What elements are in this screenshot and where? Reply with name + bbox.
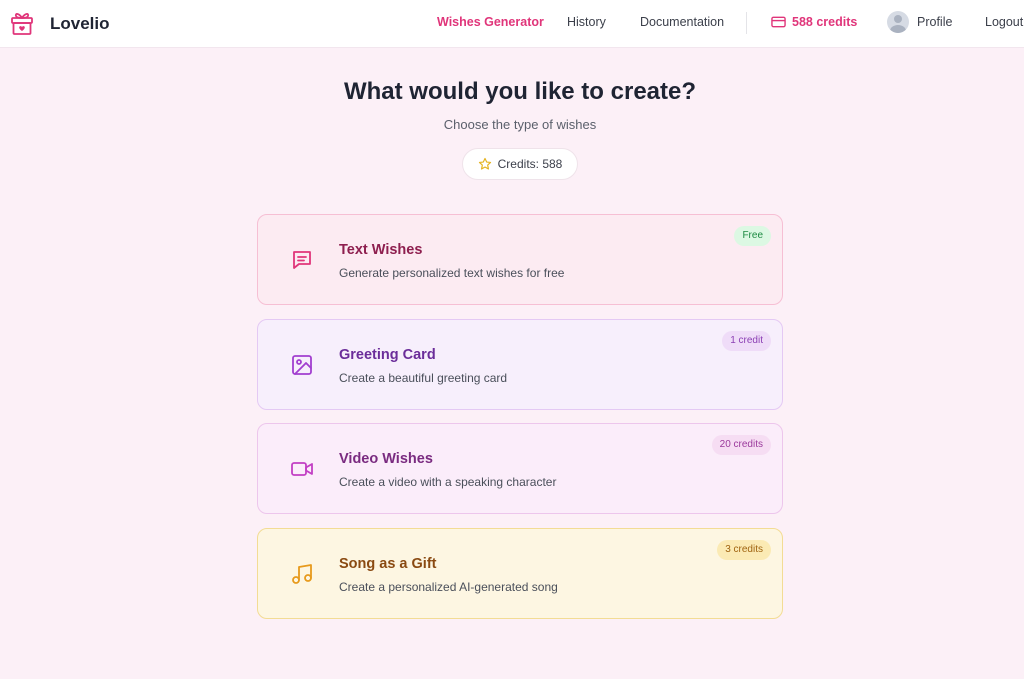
credits-pill: Credits: 588 xyxy=(462,148,578,180)
price-badge: 1 credit xyxy=(722,331,771,351)
card-description: Create a beautiful greeting card xyxy=(339,371,508,385)
nav-profile-label: Profile xyxy=(917,15,953,29)
card-greeting-card[interactable]: Greeting Card Create a beautiful greetin… xyxy=(257,319,783,410)
card-title: Text Wishes xyxy=(339,242,423,258)
avatar xyxy=(887,11,909,33)
brand[interactable]: Lovelio xyxy=(10,10,110,36)
message-icon xyxy=(293,251,311,269)
card-description: Create a personalized AI-generated song xyxy=(339,580,558,594)
card-text-wishes[interactable]: Text Wishes Generate personalized text w… xyxy=(257,214,783,305)
star-icon xyxy=(478,157,491,170)
music-note-icon xyxy=(292,564,312,584)
image-icon xyxy=(292,355,312,375)
price-badge: Free xyxy=(734,226,771,246)
page-title: What would you like to create? xyxy=(343,78,697,105)
card-title: Song as a Gift xyxy=(339,556,437,572)
page-subtitle: Choose the type of wishes xyxy=(443,117,597,132)
top-navbar: Lovelio Wishes Generator History Documen… xyxy=(0,0,1024,48)
nav-history[interactable]: History xyxy=(567,15,606,29)
nav-profile[interactable]: Profile xyxy=(887,11,952,33)
credits-pill-label: Credits: 588 xyxy=(497,157,563,171)
nav-credits-label: 588 credits xyxy=(792,15,858,29)
nav-wishes-generator[interactable]: Wishes Generator xyxy=(437,15,544,29)
card-description: Create a video with a speaking character xyxy=(339,475,557,489)
card-title: Greeting Card xyxy=(339,347,436,363)
brand-name: Lovelio xyxy=(50,14,110,33)
nav-divider xyxy=(746,12,747,34)
card-description: Generate personalized text wishes for fr… xyxy=(339,266,565,280)
credit-card-icon xyxy=(771,16,786,28)
nav-credits[interactable]: 588 credits xyxy=(771,15,857,29)
nav-documentation[interactable]: Documentation xyxy=(640,15,724,29)
gift-heart-icon xyxy=(11,13,33,35)
card-video-wishes[interactable]: Video Wishes Create a video with a speak… xyxy=(257,423,783,514)
card-song-gift[interactable]: Song as a Gift Create a personalized AI-… xyxy=(257,528,783,619)
card-title: Video Wishes xyxy=(339,451,433,467)
price-badge: 20 credits xyxy=(711,435,771,455)
nav-logout[interactable]: Logout xyxy=(985,15,1023,29)
video-icon xyxy=(291,462,313,476)
price-badge: 3 credits xyxy=(717,540,771,560)
